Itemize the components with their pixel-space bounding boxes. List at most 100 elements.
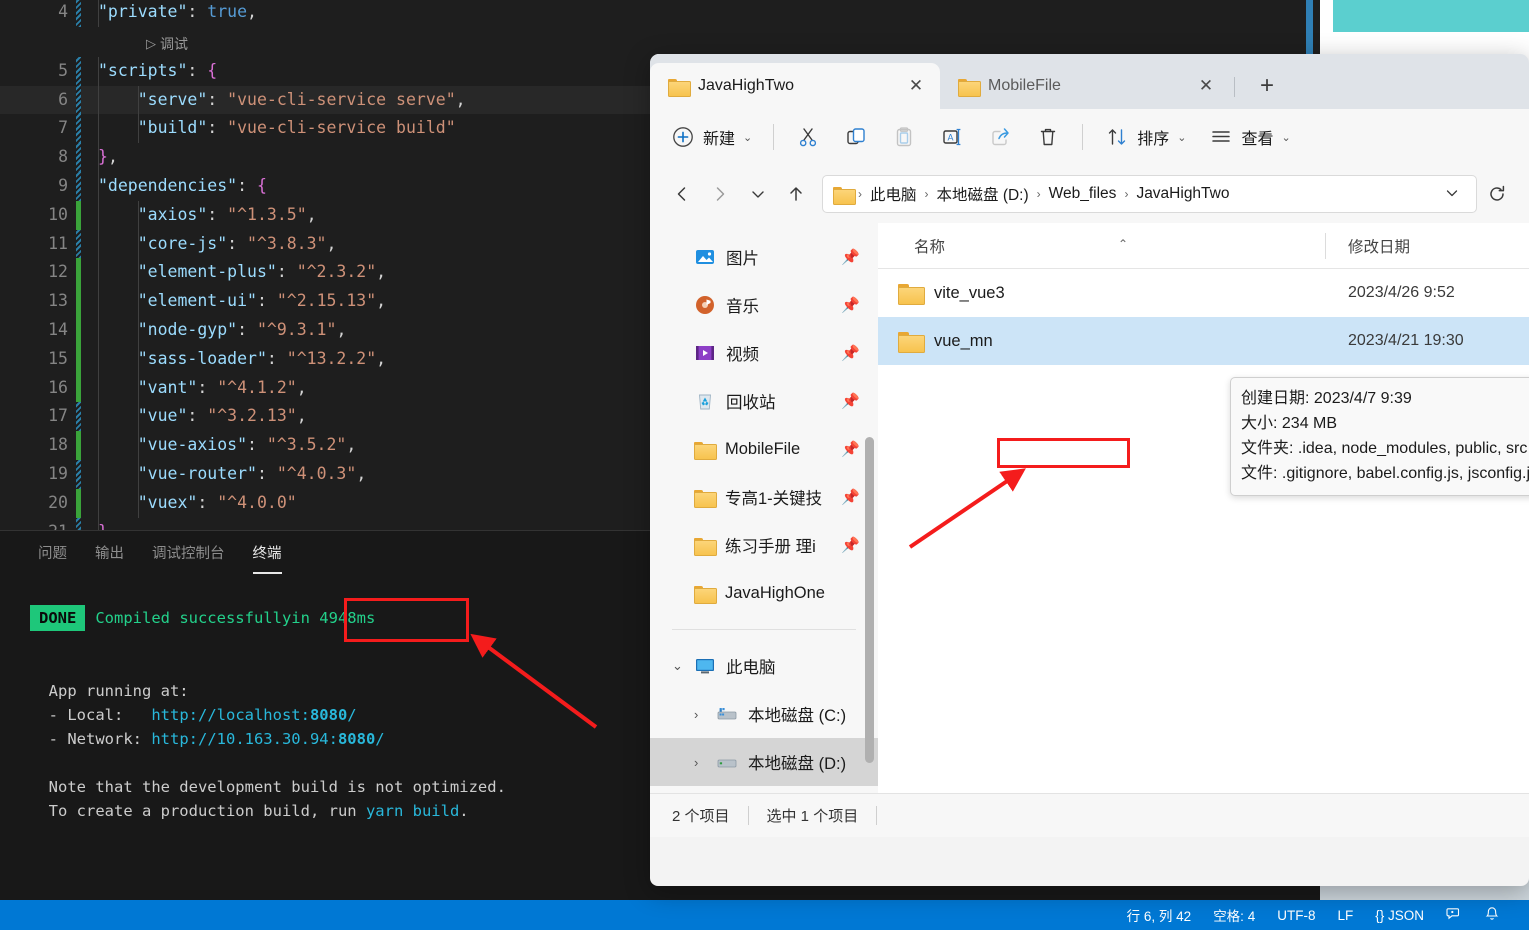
navigation-pane[interactable]: 图片📌音乐📌视频📌回收站📌MobileFile📌专高1-关键技📌 练习手册 理i 📌… [650, 223, 878, 793]
gutter-change-marker [76, 518, 81, 530]
quick-access-list[interactable]: 图片📌音乐📌视频📌回收站📌MobileFile📌专高1-关键技📌 练习手册 理i 📌… [650, 233, 878, 617]
file-list-pane[interactable]: 名称 ⌃ 修改日期 vite_vue32023/4/26 9:52vue_mn2… [878, 223, 1529, 793]
videos-icon [694, 342, 716, 364]
panel-tab-bar[interactable]: 问题输出调试控制台终端 [0, 531, 296, 573]
column-headers[interactable]: 名称 ⌃ 修改日期 [878, 223, 1529, 269]
code-token: , [247, 2, 257, 21]
sidebar-scrollbar[interactable] [865, 437, 874, 763]
status-item-4[interactable]: {} JSON [1364, 908, 1435, 923]
pin-icon[interactable]: 📌 [841, 536, 860, 554]
expander-icon[interactable]: ⌄ [672, 658, 686, 674]
status-item-0[interactable]: 行 6, 列 42 [1116, 905, 1203, 925]
explorer-toolbar[interactable]: 新建 ⌄ A [650, 109, 1529, 165]
vscode-status-bar[interactable]: 行 6, 列 42空格: 4UTF-8LF{} JSON [0, 900, 1529, 930]
bell-icon[interactable] [1473, 906, 1511, 925]
refresh-button[interactable] [1479, 177, 1515, 211]
share-button[interactable] [976, 118, 1024, 156]
column-header-name-label: 名称 [914, 239, 945, 256]
pin-icon[interactable]: 📌 [841, 248, 860, 266]
code-token: "vant" [98, 378, 197, 397]
sidebar-item-3[interactable]: 回收站📌 [650, 377, 878, 425]
feedback-icon[interactable] [1435, 906, 1473, 925]
breadcrumb-item-1[interactable]: 本地磁盘 (D:) [932, 181, 1034, 207]
local-port[interactable]: 8080 [310, 706, 347, 724]
this-pc-tree[interactable]: ⌄此电脑›本地磁盘 (C:)›本地磁盘 (D:) [650, 642, 878, 786]
codelens-debug[interactable]: ▷ 调试 [146, 34, 188, 54]
address-dropdown-button[interactable] [1436, 185, 1468, 204]
up-button[interactable] [778, 177, 814, 211]
code-text: "build": "vue-cli-service build" [98, 114, 456, 143]
sidebar-item-7[interactable]: JavaHighOne [650, 569, 878, 617]
column-header-date[interactable]: 修改日期 [1326, 235, 1410, 257]
expander-icon[interactable]: › [694, 755, 708, 770]
breadcrumb-item-3[interactable]: JavaHighTwo [1131, 183, 1234, 205]
breadcrumb-item-2[interactable]: Web_files [1044, 183, 1122, 205]
panel-tab-2[interactable]: 调试控制台 [138, 536, 239, 569]
file-row-1[interactable]: vue_mn2023/4/21 19:30 [878, 317, 1529, 365]
network-url-suffix[interactable]: / [375, 730, 384, 748]
tree-item-0[interactable]: ⌄此电脑 [650, 642, 878, 690]
sidebar-item-1[interactable]: 音乐📌 [650, 281, 878, 329]
view-button[interactable]: 查看 ⌄ [1197, 118, 1301, 156]
yarn-build-command: yarn build [366, 802, 459, 820]
sidebar-item-6[interactable]: 练习手册 理i 📌 [650, 521, 878, 569]
pin-icon[interactable]: 📌 [841, 392, 860, 410]
panel-tab-1[interactable]: 输出 [81, 536, 138, 569]
pin-icon[interactable]: 📌 [841, 488, 860, 506]
tree-item-1[interactable]: ›本地磁盘 (C:) [650, 690, 878, 738]
status-item-3[interactable]: LF [1326, 908, 1364, 923]
status-divider [748, 806, 749, 825]
code-token: : [237, 320, 257, 339]
file-name-label: vue_mn [934, 332, 993, 351]
close-icon[interactable]: ✕ [1194, 74, 1218, 98]
address-bar[interactable]: ›此电脑›本地磁盘 (D:)›Web_files›JavaHighTwo [650, 165, 1529, 223]
network-url-prefix[interactable]: http://10.163.30.94: [151, 730, 338, 748]
line-number: 16 [0, 374, 68, 403]
status-item-2[interactable]: UTF-8 [1266, 908, 1326, 923]
sort-button[interactable]: 排序 ⌄ [1093, 118, 1197, 156]
cut-button[interactable] [784, 118, 832, 156]
explorer-tab-1[interactable]: MobileFile✕ [940, 63, 1230, 109]
forward-button[interactable] [702, 177, 738, 211]
tab-divider [1234, 77, 1235, 97]
local-url-suffix[interactable]: / [347, 706, 356, 724]
explorer-tab-0[interactable]: JavaHighTwo✕ [650, 63, 940, 109]
pin-icon[interactable]: 📌 [841, 344, 860, 362]
panel-tab-3[interactable]: 终端 [239, 536, 296, 569]
new-tab-button[interactable]: + [1247, 69, 1287, 103]
recent-locations-button[interactable] [740, 177, 776, 211]
sidebar-item-4[interactable]: MobileFile📌 [650, 425, 878, 473]
tree-item-2[interactable]: ›本地磁盘 (D:) [650, 738, 878, 786]
pin-icon[interactable]: 📌 [841, 440, 860, 458]
status-item-1[interactable]: 空格: 4 [1202, 905, 1266, 925]
code-token: "sass-loader" [98, 349, 267, 368]
close-icon[interactable]: ✕ [904, 74, 928, 98]
sidebar-item-5[interactable]: 专高1-关键技📌 [650, 473, 878, 521]
file-row-0[interactable]: vite_vue32023/4/26 9:52 [878, 269, 1529, 317]
sidebar-item-label: 练习手册 理i [725, 533, 816, 557]
delete-button[interactable] [1024, 118, 1072, 156]
sidebar-item-2[interactable]: 视频📌 [650, 329, 878, 377]
code-token: , [327, 234, 337, 253]
new-button[interactable]: 新建 ⌄ [664, 118, 763, 156]
sidebar-item-0[interactable]: 图片📌 [650, 233, 878, 281]
breadcrumb-separator: › [1123, 187, 1129, 201]
panel-tab-0[interactable]: 问题 [24, 536, 81, 569]
paste-button[interactable] [880, 118, 928, 156]
copy-button[interactable] [832, 118, 880, 156]
breadcrumb-items[interactable]: ›此电脑›本地磁盘 (D:)›Web_files›JavaHighTwo [857, 181, 1234, 207]
network-port[interactable]: 8080 [338, 730, 375, 748]
local-url-prefix[interactable]: http://localhost: [151, 706, 310, 724]
file-rows[interactable]: vite_vue32023/4/26 9:52vue_mn2023/4/21 1… [878, 269, 1529, 365]
sort-ascending-icon: ⌃ [1118, 237, 1128, 251]
breadcrumb-item-0[interactable]: 此电脑 [865, 181, 922, 207]
rename-button[interactable]: A [928, 118, 976, 156]
explorer-tab-bar[interactable]: JavaHighTwo✕MobileFile✕ + [650, 54, 1529, 109]
column-header-name[interactable]: 名称 ⌃ [878, 235, 1326, 257]
pin-icon[interactable]: 📌 [841, 296, 860, 314]
code-token: "scripts" [98, 61, 187, 80]
breadcrumb[interactable]: ›此电脑›本地磁盘 (D:)›Web_files›JavaHighTwo [822, 175, 1477, 213]
expander-icon[interactable]: › [694, 707, 708, 722]
code-line[interactable]: 4"private": true, [0, 0, 1320, 27]
back-button[interactable] [664, 177, 700, 211]
